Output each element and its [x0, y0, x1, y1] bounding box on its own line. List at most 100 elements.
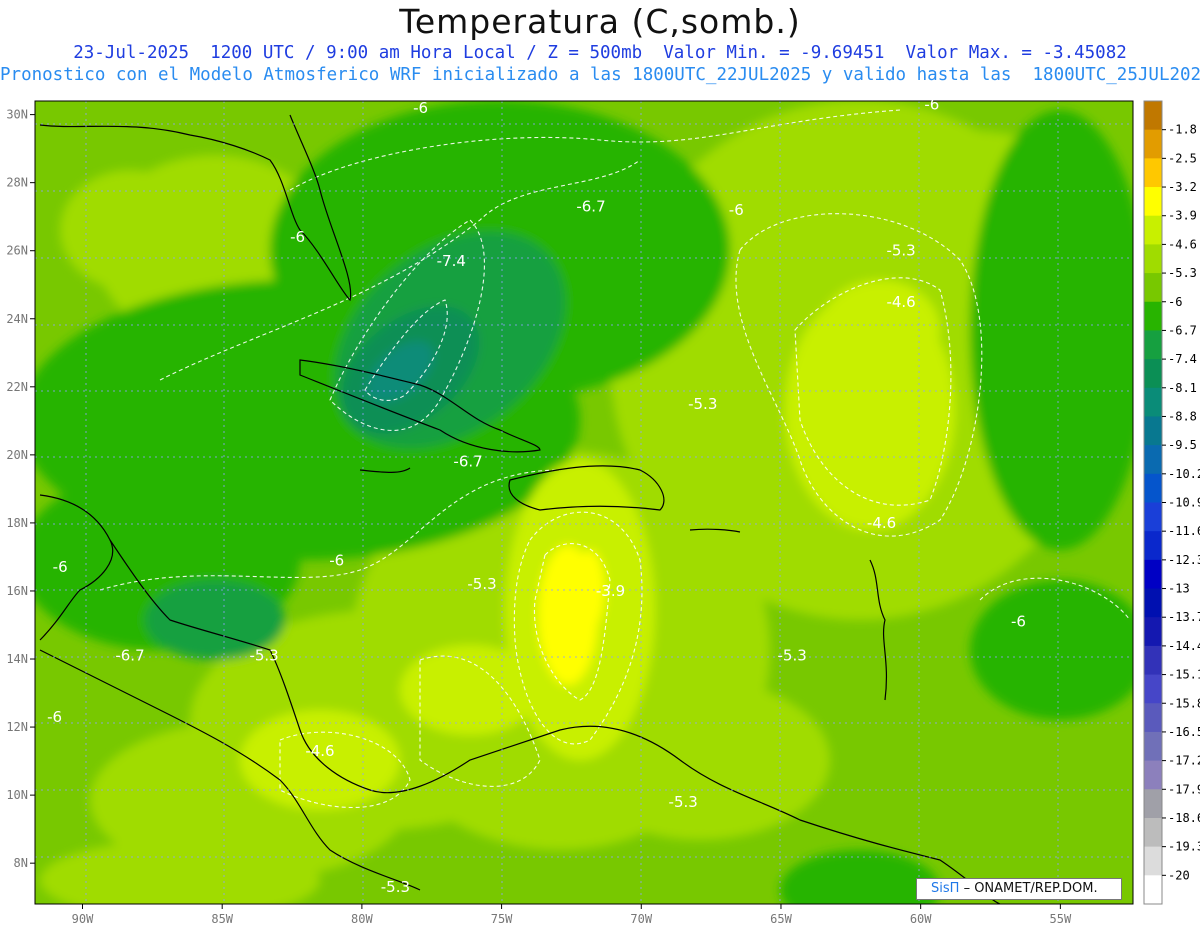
colorbar-label: -16.5: [1168, 725, 1200, 739]
colorbar-swatch: [1144, 445, 1162, 475]
y-tick-label: 18N: [6, 516, 28, 530]
credit-text: – ONAMET/REP.DOM.: [963, 881, 1098, 896]
x-tick-label: 60W: [910, 912, 932, 926]
colorbar-swatch: [1144, 617, 1162, 647]
colorbar-label: -2.5: [1168, 151, 1197, 165]
colorbar-swatch: [1144, 244, 1162, 274]
contour-label: -4.6: [886, 293, 915, 311]
colorbar-label: -10.9: [1168, 496, 1200, 510]
y-tick-label: 16N: [6, 584, 28, 598]
colorbar-label: -1.8: [1168, 123, 1197, 137]
colorbar-swatch: [1144, 101, 1162, 131]
colorbar-swatch: [1144, 158, 1162, 188]
colorbar-label: -3.9: [1168, 209, 1197, 223]
colorbar-swatch: [1144, 301, 1162, 331]
y-tick-label: 10N: [6, 788, 28, 802]
colorbar-swatch: [1144, 416, 1162, 446]
colorbar-label: -15.1: [1168, 668, 1200, 682]
colorbar-label: -19.3: [1168, 840, 1200, 854]
contour-label: -5.3: [778, 647, 807, 665]
shaded-field: [35, 101, 1133, 904]
y-tick-label: 30N: [6, 108, 28, 122]
colorbar-label: -13: [1168, 582, 1190, 596]
y-tick-label: 12N: [6, 720, 28, 734]
colorbar-label: -13.7: [1168, 610, 1200, 624]
contour-label: -5.3: [886, 242, 915, 260]
colorbar: -1.8 -2.5 -3.2 -3.9 -4.6 -5.3 -6 -6.7 -7.4 -8.1 -8…: [1143, 100, 1200, 905]
colorbar-swatch: [1144, 588, 1162, 618]
y-tick-label: 28N: [6, 176, 28, 190]
y-tick-label: 20N: [6, 448, 28, 462]
colorbar-label: -18.6: [1168, 811, 1200, 825]
contour-label: -6.7: [453, 453, 482, 471]
valid-time-line: 23-Jul-2025 1200 UTC / 9:00 am Hora Loca…: [73, 43, 1127, 63]
x-tick-label: 85W: [211, 912, 233, 926]
colorbar-label: -15.8: [1168, 696, 1200, 710]
x-tick-label: 55W: [1050, 912, 1072, 926]
colorbar-swatch: [1144, 846, 1162, 876]
colorbar-label: -8.8: [1168, 409, 1197, 423]
colorbar-swatch: [1144, 531, 1162, 561]
contour-label: -6: [47, 708, 62, 726]
forecast-info-line: Pronostico con el Modelo Atmosferico WRF…: [0, 65, 1200, 85]
contour-label: -5.3: [381, 878, 410, 896]
contour-label: -6: [53, 558, 68, 576]
colorbar-swatch: [1144, 387, 1162, 417]
contour-label: -3.9: [596, 582, 625, 600]
y-tick-label: 8N: [14, 856, 28, 870]
contour-label: -6.7: [576, 197, 605, 215]
colorbar-label: -5.3: [1168, 266, 1197, 280]
colorbar-label: -6: [1168, 295, 1182, 309]
colorbar-label: -4.6: [1168, 237, 1197, 251]
colorbar-label: -17.2: [1168, 754, 1200, 768]
colorbar-label: -14.4: [1168, 639, 1200, 653]
contour-label: -6: [329, 551, 344, 569]
y-axis: 30N 28N 26N 24N 22N 20N 18N 16N 14N 12N 10N 8N: [6, 108, 35, 870]
y-tick-label: 14N: [6, 652, 28, 666]
colorbar-swatch: [1144, 502, 1162, 532]
colorbar-swatch: [1144, 559, 1162, 590]
colorbar-swatch: [1144, 760, 1162, 790]
contour-label: -5.3: [467, 575, 496, 593]
contour-label: -6: [290, 228, 305, 246]
colorbar-label: -11.6: [1168, 524, 1200, 538]
contour-label: -4.6: [867, 514, 896, 532]
contour-label: -5.3: [249, 647, 278, 665]
colorbar-label: -17.9: [1168, 782, 1200, 796]
x-tick-label: 75W: [491, 912, 513, 926]
colorbar-label: -12.3: [1168, 553, 1200, 567]
x-tick-label: 65W: [770, 912, 792, 926]
y-tick-label: 22N: [6, 380, 28, 394]
contour-label: -6: [729, 201, 744, 219]
colorbar-swatch: [1144, 875, 1162, 905]
colorbar-swatch: [1144, 703, 1162, 733]
contour-label: -5.3: [669, 793, 698, 811]
colorbar-swatch: [1144, 817, 1162, 848]
colorbar-label: -7.4: [1168, 352, 1197, 366]
x-axis: 90W 85W 80W 75W 70W 65W 60W 55W: [72, 904, 1072, 926]
colorbar-label: -6.7: [1168, 323, 1197, 337]
colorbar-swatch: [1144, 731, 1162, 762]
colorbar-swatch: [1144, 359, 1162, 389]
chart-title: Temperatura (C,somb.): [399, 2, 801, 41]
contour-label: -7.4: [437, 252, 466, 270]
colorbar-label: -3.2: [1168, 180, 1197, 194]
temperature-map: -6 -6 -6.7 -6 -6 -5.3 -7.4 -4.6 -5.3 -6.7 -4.6 -6 -6…: [6, 95, 1200, 926]
colorbar-swatch: [1144, 674, 1162, 704]
y-tick-label: 26N: [6, 244, 28, 258]
x-tick-label: 70W: [630, 912, 652, 926]
credit-box: SisΠ – ONAMET/REP.DOM.: [916, 878, 1122, 900]
contour-label: -6.7: [115, 647, 144, 665]
colorbar-swatch: [1144, 645, 1162, 676]
contour-label: -6: [413, 99, 428, 117]
contour-label: -6: [1011, 613, 1026, 631]
colorbar-label: -9.5: [1168, 438, 1197, 452]
colorbar-swatch: [1144, 129, 1162, 159]
colorbar-label: -20: [1168, 868, 1190, 882]
y-tick-label: 24N: [6, 312, 28, 326]
contour-label: -6: [924, 95, 939, 113]
x-tick-label: 80W: [351, 912, 373, 926]
x-tick-label: 90W: [72, 912, 94, 926]
sispi-logo: SisΠ: [931, 881, 960, 896]
contour-label: -5.3: [688, 395, 717, 413]
